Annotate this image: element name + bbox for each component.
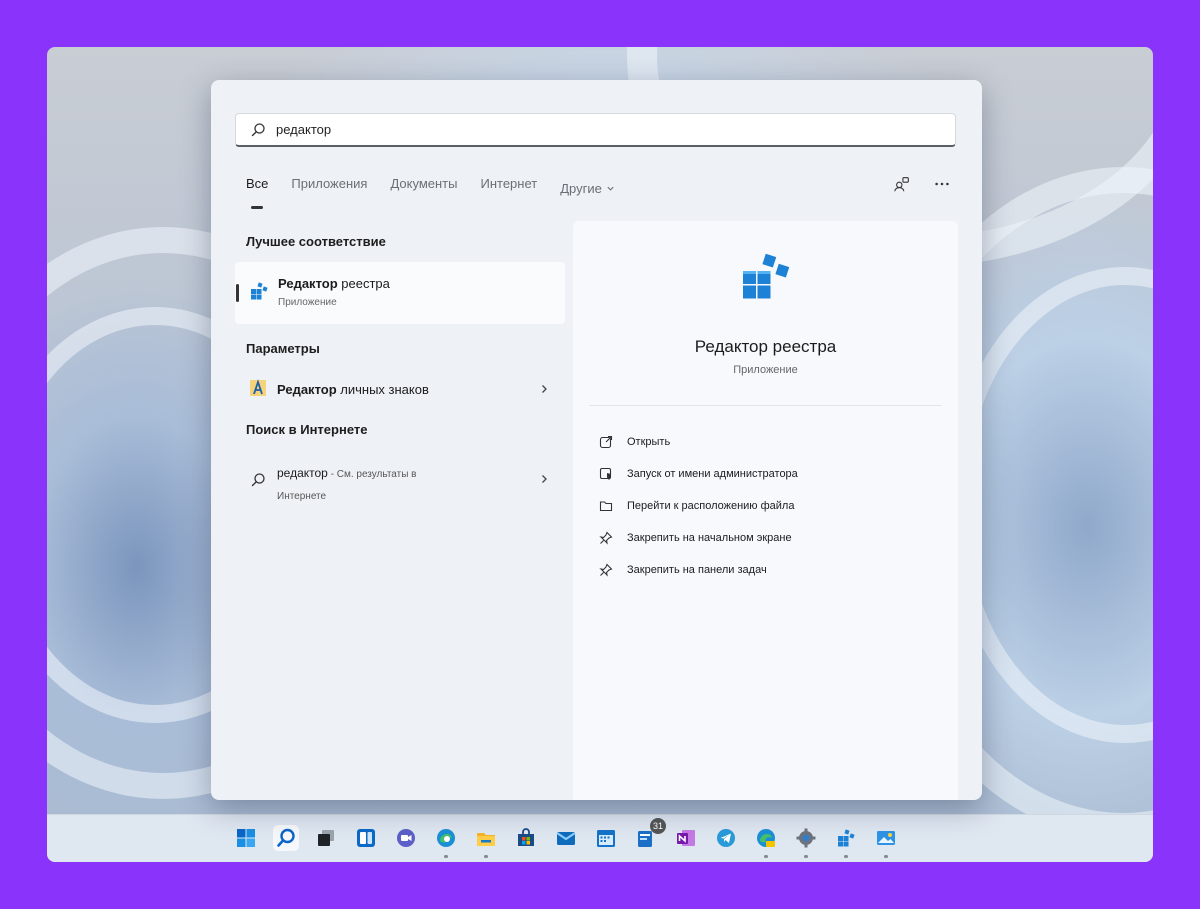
match-highlight: Редактор: [277, 382, 337, 397]
running-indicator: [804, 855, 808, 858]
edge-icon[interactable]: [433, 825, 459, 858]
pin-icon: [599, 531, 613, 545]
panel-actions: [892, 174, 952, 194]
web-search-label: редактор - См. результаты в Интернете: [277, 463, 417, 507]
running-indicator: [764, 855, 768, 858]
widgets-icon[interactable]: [353, 825, 379, 851]
folder-icon: [599, 501, 613, 512]
web-search-heading: Поиск в Интернете: [246, 422, 368, 437]
running-indicator: [844, 855, 848, 858]
selection-indicator: [236, 284, 239, 302]
tab-documents[interactable]: Документы: [390, 176, 457, 200]
edge-canary-icon[interactable]: [753, 825, 779, 858]
action-pin-to-taskbar[interactable]: Закрепить на панели задач: [599, 554, 798, 586]
tab-other-label: Другие: [560, 180, 602, 196]
chevron-right-icon: [542, 385, 547, 393]
tab-all[interactable]: Все: [246, 176, 268, 209]
action-label: Перейти к расположению файла: [627, 500, 795, 512]
web-suffix-line2: Интернете: [277, 491, 327, 502]
running-indicator: [444, 855, 448, 858]
detail-actions: Открыть Запуск от имени администратора П…: [599, 426, 798, 586]
detail-app-name: Редактор реестра: [694, 337, 837, 356]
tab-web[interactable]: Интернет: [480, 176, 537, 200]
best-match-subtitle: Приложение: [278, 297, 337, 308]
open-icon: [599, 435, 613, 449]
telegram-icon[interactable]: [713, 825, 739, 851]
web-query: редактор: [277, 466, 328, 480]
news-badge: 31: [650, 818, 666, 834]
action-label: Закрепить на панели задач: [627, 564, 767, 576]
settings-result[interactable]: Редактор личных знаков: [235, 376, 565, 402]
account-switch-icon[interactable]: [892, 174, 912, 194]
private-character-editor-icon: [250, 379, 266, 396]
action-label: Открыть: [627, 436, 671, 448]
title-rest: реестра: [337, 276, 390, 291]
settings-icon[interactable]: [793, 825, 819, 858]
photos-icon[interactable]: [873, 825, 899, 858]
settings-heading: Параметры: [246, 341, 320, 356]
search-input[interactable]: [276, 114, 916, 144]
onenote-icon[interactable]: [673, 825, 699, 851]
search-icon: [251, 473, 265, 487]
calendar-icon[interactable]: [593, 825, 619, 851]
registry-editor-icon: [251, 282, 268, 300]
best-match-title: Редактор реестра: [278, 276, 390, 291]
registry-editor-icon[interactable]: [833, 825, 859, 858]
action-label: Запуск от имени администратора: [627, 468, 798, 480]
windows-start-icon[interactable]: [233, 825, 259, 851]
search-box[interactable]: [235, 113, 956, 147]
admin-shield-icon: [599, 467, 612, 480]
task-view-icon[interactable]: [313, 825, 339, 851]
settings-result-label: Редактор личных знаков: [277, 382, 429, 397]
search-icon[interactable]: [273, 825, 299, 851]
start-search-panel: Все Приложения Документы Интернет Другие…: [211, 80, 982, 800]
registry-editor-icon: [743, 253, 790, 299]
chevron-down-icon: [607, 186, 614, 191]
action-pin-to-start[interactable]: Закрепить на начальном экране: [599, 522, 798, 554]
best-match-result[interactable]: Редактор реестра Приложение: [235, 262, 565, 324]
divider: [589, 405, 942, 406]
tab-other[interactable]: Другие: [560, 176, 615, 200]
label-rest: личных знаков: [336, 382, 429, 397]
more-options-icon[interactable]: [932, 174, 952, 194]
match-highlight: Редактор: [278, 276, 338, 291]
best-match-heading: Лучшее соответствие: [246, 234, 386, 249]
running-indicator: [884, 855, 888, 858]
store-icon[interactable]: [513, 825, 539, 851]
file-explorer-icon[interactable]: [473, 825, 499, 858]
running-indicator: [484, 855, 488, 858]
result-details-pane: Редактор реестра Приложение Открыть Запу…: [573, 221, 958, 800]
action-open[interactable]: Открыть: [599, 426, 798, 458]
pin-icon: [599, 563, 613, 577]
detail-app-type: Приложение: [733, 364, 798, 376]
news-icon[interactable]: 31: [633, 818, 666, 851]
web-suffix: - См. результаты в: [327, 469, 417, 480]
web-search-result[interactable]: редактор - См. результаты в Интернете: [235, 458, 565, 502]
action-label: Закрепить на начальном экране: [627, 532, 792, 544]
filter-tabs: Все Приложения Документы Интернет Другие: [246, 176, 638, 209]
tab-apps[interactable]: Приложения: [291, 176, 367, 200]
action-open-file-location[interactable]: Перейти к расположению файла: [599, 490, 798, 522]
action-run-as-admin[interactable]: Запуск от имени администратора: [599, 458, 798, 490]
taskbar: 31: [47, 814, 1153, 862]
mail-icon[interactable]: [553, 825, 579, 851]
search-icon: [251, 123, 265, 137]
chevron-right-icon: [542, 475, 547, 483]
teams-chat-icon[interactable]: [393, 825, 419, 851]
